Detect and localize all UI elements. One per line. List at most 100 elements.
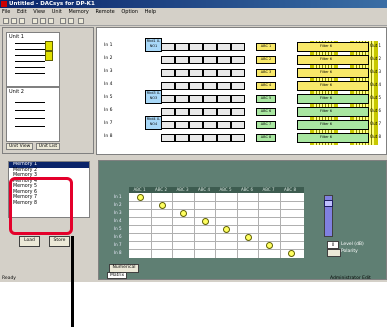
menu-view[interactable]: View <box>33 9 45 15</box>
store-button[interactable]: Store <box>49 236 70 247</box>
process-block[interactable] <box>203 95 217 103</box>
process-block[interactable] <box>231 43 245 51</box>
output-block[interactable]: Filter 6 <box>297 55 369 65</box>
output-block[interactable]: Filter 6 <box>297 68 369 78</box>
process-block[interactable] <box>189 134 203 142</box>
load-button[interactable]: Load <box>19 236 40 247</box>
process-block[interactable] <box>161 69 175 77</box>
process-block[interactable] <box>175 95 189 103</box>
process-block[interactable] <box>189 69 203 77</box>
menu-file[interactable]: File <box>2 9 10 15</box>
matrix-crosspoint[interactable] <box>223 226 230 233</box>
menu-memory[interactable]: Memory <box>69 9 89 15</box>
crossover-block[interactable]: Rkd1 X-NO1 <box>145 38 162 52</box>
new-icon[interactable] <box>3 18 9 24</box>
paste-icon[interactable] <box>48 18 54 24</box>
process-block[interactable] <box>175 121 189 129</box>
menu-option[interactable]: Option <box>121 9 138 15</box>
process-block[interactable] <box>175 134 189 142</box>
process-block[interactable] <box>217 56 231 64</box>
matrix-crosspoint[interactable] <box>137 194 144 201</box>
process-block[interactable] <box>161 43 175 51</box>
abc-block[interactable]: ABC 5 <box>256 95 276 103</box>
help-icon[interactable] <box>78 18 84 24</box>
abc-block[interactable]: ABC 3 <box>256 69 276 77</box>
process-block[interactable] <box>231 108 245 116</box>
output-block[interactable]: Filter 6 <box>297 42 369 52</box>
menu-unit[interactable]: Unit <box>52 9 62 15</box>
process-block[interactable] <box>161 134 175 142</box>
matrix-crosspoint[interactable] <box>158 202 166 209</box>
memory-icon[interactable] <box>68 18 74 24</box>
tab-unit-list[interactable]: Unit List <box>35 143 61 150</box>
menu-help[interactable]: Help <box>145 9 156 15</box>
abc-block[interactable]: ABC 6 <box>256 108 276 116</box>
matrix-grid[interactable] <box>129 193 304 258</box>
process-block[interactable] <box>175 108 189 116</box>
process-block[interactable] <box>175 43 189 51</box>
abc-block[interactable]: ABC 2 <box>256 56 276 64</box>
process-block[interactable] <box>203 56 217 64</box>
crossover-block[interactable]: Rkd3 X-NO3 <box>145 90 162 104</box>
unit-1-view[interactable]: Unit 1 <box>6 32 60 87</box>
abc-block[interactable]: ABC 1 <box>256 43 276 51</box>
process-block[interactable] <box>189 56 203 64</box>
copy-icon[interactable] <box>40 18 46 24</box>
open-icon[interactable] <box>11 18 17 24</box>
process-block[interactable] <box>161 121 175 129</box>
process-block[interactable] <box>175 56 189 64</box>
process-block[interactable] <box>161 82 175 90</box>
process-block[interactable] <box>203 69 217 77</box>
polarity-button[interactable] <box>327 249 341 257</box>
fader-value[interactable]: 0 <box>327 241 339 249</box>
process-block[interactable] <box>231 82 245 90</box>
matrix-crosspoint[interactable] <box>180 210 187 217</box>
process-block[interactable] <box>203 82 217 90</box>
process-block[interactable] <box>203 108 217 116</box>
process-block[interactable] <box>175 82 189 90</box>
abc-block[interactable]: ABC 8 <box>256 134 276 142</box>
process-block[interactable] <box>217 82 231 90</box>
process-block[interactable] <box>161 56 175 64</box>
output-block[interactable]: Filter 6 <box>297 81 369 91</box>
output-block[interactable]: Filter 6 <box>297 107 369 117</box>
process-block[interactable] <box>231 121 245 129</box>
matrix-crosspoint[interactable] <box>244 234 252 241</box>
process-block[interactable] <box>203 121 217 129</box>
output-block[interactable]: Filter 6 <box>297 120 369 130</box>
process-block[interactable] <box>217 69 231 77</box>
save-icon[interactable] <box>19 18 25 24</box>
menu-edit[interactable]: Edit <box>17 9 27 15</box>
crossover-block[interactable]: Rkd4 X-NO4 <box>145 116 162 130</box>
abc-block[interactable]: ABC 7 <box>256 121 276 129</box>
tab-unit-view[interactable]: Unit View <box>6 143 34 150</box>
process-block[interactable] <box>175 69 189 77</box>
process-block[interactable] <box>189 43 203 51</box>
process-block[interactable] <box>231 134 245 142</box>
process-block[interactable] <box>203 43 217 51</box>
process-block[interactable] <box>189 121 203 129</box>
unit-2-view[interactable]: Unit 2 <box>6 87 60 142</box>
process-block[interactable] <box>217 121 231 129</box>
process-block[interactable] <box>217 95 231 103</box>
matrix-crosspoint[interactable] <box>287 250 295 257</box>
process-block[interactable] <box>217 134 231 142</box>
process-block[interactable] <box>231 69 245 77</box>
process-block[interactable] <box>217 43 231 51</box>
matrix-crosspoint[interactable] <box>266 242 273 249</box>
process-block[interactable] <box>161 108 175 116</box>
matrix-crosspoint[interactable] <box>201 218 209 225</box>
process-block[interactable] <box>231 95 245 103</box>
process-block[interactable] <box>231 56 245 64</box>
process-block[interactable] <box>189 108 203 116</box>
process-block[interactable] <box>203 134 217 142</box>
process-block[interactable] <box>217 108 231 116</box>
abc-block[interactable]: ABC 4 <box>256 82 276 90</box>
process-block[interactable] <box>189 95 203 103</box>
output-block[interactable]: Filter 6 <box>297 133 369 143</box>
process-block[interactable] <box>161 95 175 103</box>
fader-knob[interactable] <box>324 200 333 207</box>
online-icon[interactable] <box>60 18 66 24</box>
process-block[interactable] <box>189 82 203 90</box>
cut-icon[interactable] <box>32 18 38 24</box>
